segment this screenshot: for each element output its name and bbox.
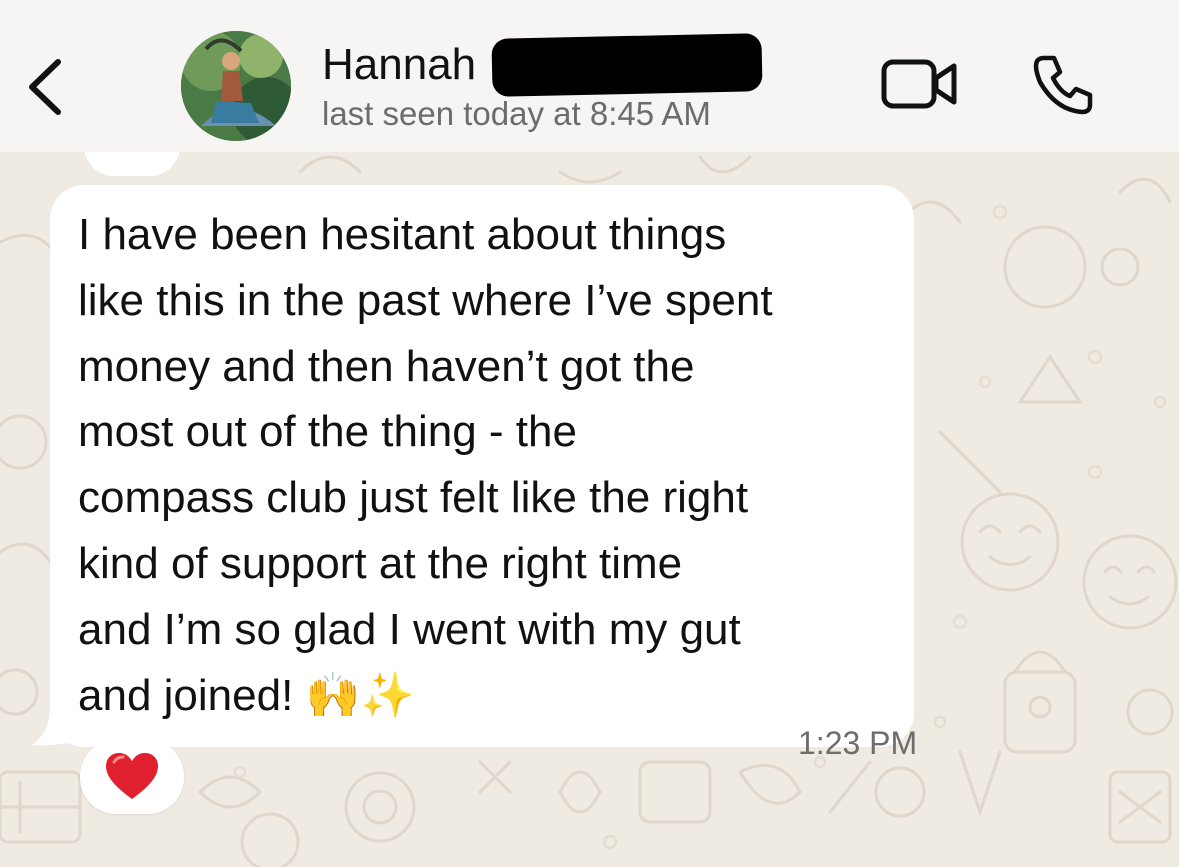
phone-icon xyxy=(1033,55,1093,115)
chat-header: Hannah last seen today at 8:45 AM xyxy=(0,0,1179,152)
chat-area[interactable]: 1:23 PM I have been hesitant about thing… xyxy=(0,152,1179,867)
video-call-button[interactable] xyxy=(880,56,960,112)
avatar-image xyxy=(181,31,291,141)
message-text: I have been hesitant about things like t… xyxy=(78,210,773,720)
message-timestamp: 1:23 PM xyxy=(798,725,918,761)
voice-call-button[interactable] xyxy=(1030,52,1096,118)
redaction-mark xyxy=(491,33,763,97)
reaction-badge[interactable] xyxy=(80,740,184,814)
red-heart-icon xyxy=(106,753,158,799)
avatar[interactable] xyxy=(181,31,291,141)
chevron-left-icon xyxy=(29,59,61,115)
contact-name[interactable]: Hannah xyxy=(322,40,476,90)
video-camera-icon xyxy=(881,59,957,109)
back-button[interactable] xyxy=(22,52,72,122)
last-seen-status: last seen today at 8:45 AM xyxy=(322,95,711,132)
